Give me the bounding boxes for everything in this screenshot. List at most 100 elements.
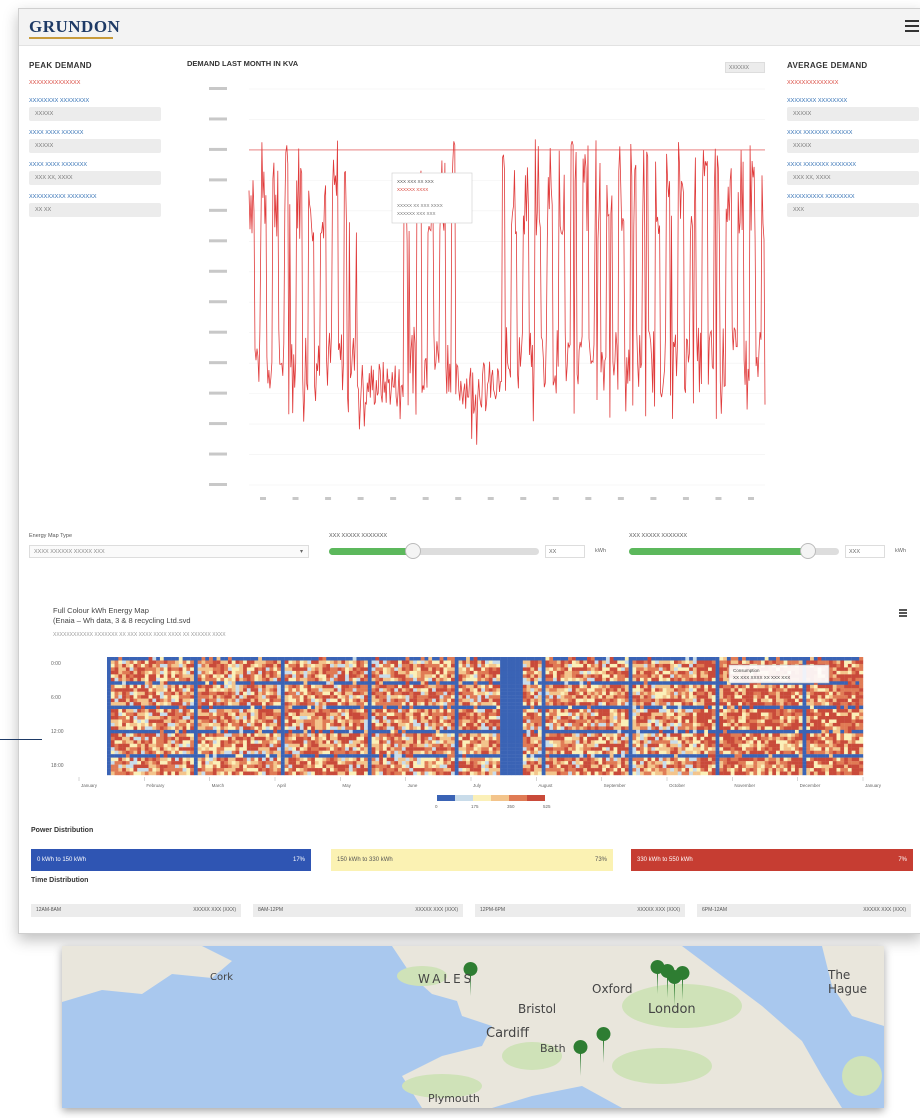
heatmap-cell <box>519 716 523 720</box>
heatmap-cell <box>288 733 293 738</box>
heatmap-cell <box>549 709 554 713</box>
heatmap-cell <box>485 771 489 776</box>
heatmap-cell <box>114 660 119 665</box>
slider1-handle[interactable] <box>405 543 421 559</box>
heatmap-cell <box>503 691 508 696</box>
max-range-slider[interactable] <box>629 543 839 559</box>
heatmap-cell <box>250 757 255 762</box>
heatmap-cell <box>515 750 520 755</box>
heatmap-cell <box>246 750 251 755</box>
heatmap-cell <box>360 740 365 744</box>
heatmap-cell <box>454 684 459 689</box>
heatmap-cell <box>462 660 467 665</box>
heatmap-cell <box>137 688 142 692</box>
heatmap-cell <box>564 674 569 679</box>
heatmap-cell <box>526 757 531 762</box>
heatmap-cell <box>541 702 546 706</box>
heatmap-cell <box>190 740 195 744</box>
heatmap-cell <box>137 761 142 765</box>
map-type-dropdown[interactable]: XXXX XXXXXX XXXXX XXX ▾ <box>29 545 309 558</box>
heatmap-cell <box>564 660 569 665</box>
heatmap-cell <box>522 660 527 665</box>
heatmap-cell <box>590 722 595 727</box>
heatmap-cell <box>341 750 346 755</box>
heatmap-cell <box>167 729 172 734</box>
heatmap-cell <box>526 684 531 689</box>
heatmap-cell <box>224 667 229 672</box>
heatmap-cell <box>537 743 542 748</box>
heatmap-cell <box>277 674 282 679</box>
heatmap-cell <box>398 688 403 692</box>
heatmap-cell <box>639 733 644 738</box>
heatmap-cell <box>258 719 263 724</box>
heatmap-cell <box>530 722 535 727</box>
heatmap-cell <box>122 750 127 755</box>
heatmap-cell <box>333 771 338 776</box>
heatmap-cell <box>330 684 334 689</box>
heatmap-cell <box>110 729 115 734</box>
heatmap-cell <box>420 667 425 672</box>
heatmap-cell <box>250 764 255 769</box>
heatmap-cell <box>375 754 380 758</box>
heatmap-cell <box>515 702 520 706</box>
heatmap-cell <box>182 712 187 717</box>
heatmap-cell <box>450 674 455 679</box>
heatmap-cell <box>107 716 111 720</box>
heatmap-cell <box>250 709 255 713</box>
heatmap-cell <box>386 709 391 713</box>
heatmap-cell <box>250 677 255 682</box>
heatmap-cell <box>110 705 115 710</box>
slider2-handle[interactable] <box>799 543 816 559</box>
energy-heatmap[interactable]: 0:006:0012:0018:00ConsumptionXX XXX XXXX… <box>39 647 899 817</box>
heatmap-cell <box>292 764 297 769</box>
heatmap-cell <box>530 695 535 699</box>
heatmap-cell <box>496 754 501 758</box>
heatmap-cell <box>613 695 618 699</box>
heatmap-cell <box>110 681 115 685</box>
heatmap-cell <box>545 736 550 741</box>
demand-line-chart[interactable]: XXX XXX XX XXXXXXXXX XXXXXXXXX XX XXX XX… <box>187 77 777 507</box>
heatmap-cell <box>348 733 353 738</box>
heatmap-cell <box>193 688 198 692</box>
heatmap-cell <box>201 722 206 727</box>
heatmap-cell <box>356 688 361 692</box>
heatmap-cell <box>235 722 240 727</box>
heatmap-cell <box>466 754 471 758</box>
heatmap-cell <box>409 691 414 696</box>
heatmap-cell <box>583 670 588 675</box>
heatmap-cell <box>405 743 410 748</box>
heatmap-cell <box>141 768 145 772</box>
heatmap-cell <box>299 716 304 720</box>
heatmap-cell <box>571 657 576 661</box>
heatmap-cell <box>371 743 376 748</box>
heatmap-cell <box>541 733 546 738</box>
heatmap-cell <box>220 716 225 720</box>
hamburger-menu-icon[interactable] <box>905 20 919 34</box>
heatmap-cell <box>382 750 387 755</box>
heatmap-cell <box>299 657 304 661</box>
heatmap-menu-icon[interactable] <box>899 609 907 618</box>
slider2-input[interactable]: XXX <box>845 545 885 558</box>
heatmap-cell <box>125 698 130 703</box>
heatmap-cell <box>579 747 584 751</box>
demand-period-select[interactable]: XXXXXX <box>725 62 765 73</box>
heatmap-cell <box>280 674 285 679</box>
heatmap-cell <box>193 757 198 762</box>
heatmap-cell <box>356 677 361 682</box>
heatmap-cell <box>409 722 414 727</box>
heatmap-cell <box>435 695 440 699</box>
heatmap-cell <box>515 677 520 682</box>
heatmap-cell <box>416 684 421 689</box>
heatmap-cell <box>602 754 607 758</box>
heatmap-cell <box>307 761 312 765</box>
min-range-slider[interactable] <box>329 543 539 559</box>
slider1-input[interactable]: XX <box>545 545 585 558</box>
heatmap-cell <box>246 757 251 762</box>
heatmap-cell <box>382 681 387 685</box>
heatmap-cell <box>571 733 576 738</box>
heatmap-cell <box>590 757 595 762</box>
heatmap-cell <box>488 747 493 751</box>
heatmap-cell <box>643 712 648 717</box>
heatmap-cell <box>575 712 580 717</box>
heatmap-cell <box>231 743 236 748</box>
